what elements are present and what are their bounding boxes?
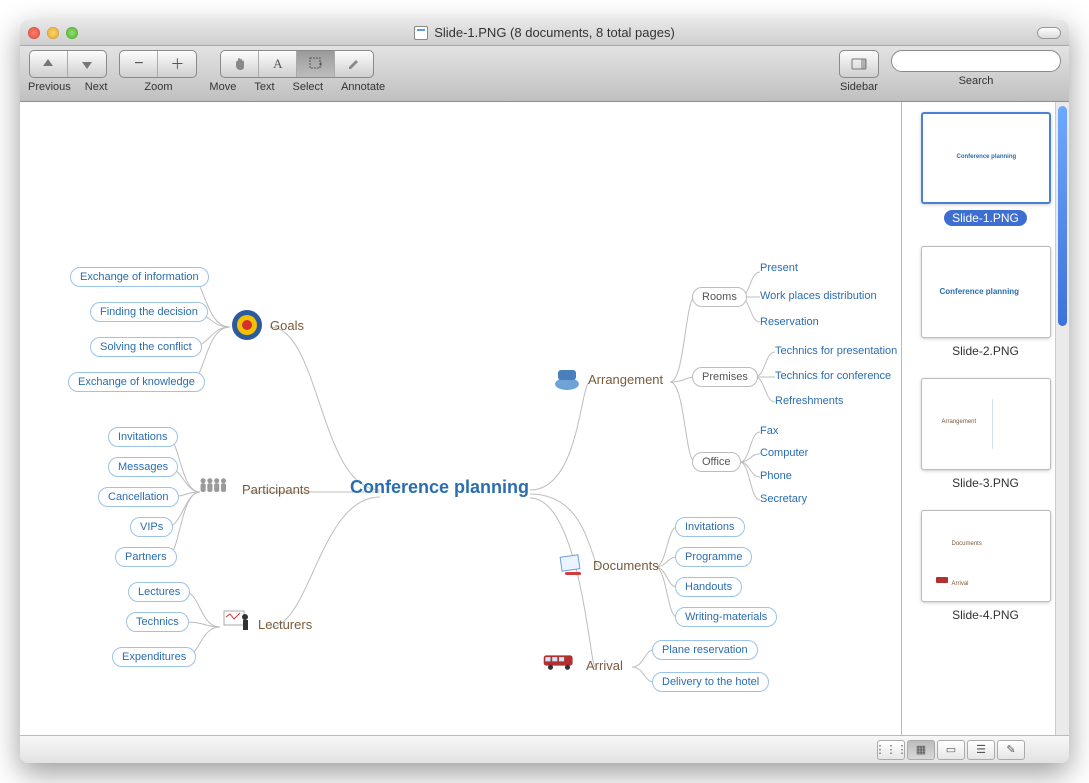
toc-icon: ⋮⋮⋮ (875, 743, 908, 756)
leaf-documents-3: Writing-materials (675, 607, 777, 627)
sidebar-icon (851, 56, 867, 72)
sidebar-button[interactable] (840, 51, 878, 77)
leaf-documents-0: Invitations (675, 517, 745, 537)
pencil-small-icon: ✎ (1006, 743, 1015, 756)
thumbnail-3[interactable]: Arrangement Slide-3.PNG (921, 378, 1051, 490)
bus-icon (542, 652, 576, 686)
view-toc-button[interactable]: ⋮⋮⋮ (877, 740, 905, 760)
text-icon: A (273, 56, 282, 72)
group-office: Office (692, 452, 741, 472)
scrollbar-thumb[interactable] (1058, 106, 1067, 326)
grid-icon: ▦ (916, 743, 926, 756)
branch-goals: Goals (270, 318, 304, 333)
search-input[interactable] (891, 50, 1061, 72)
leaf-participants-3: VIPs (130, 517, 173, 537)
branch-arrangement: Arrangement (588, 372, 663, 387)
thumbnail-4[interactable]: Documents Arrival Slide-4.PNG (921, 510, 1051, 622)
leaf-arrival-1: Delivery to the hotel (652, 672, 769, 692)
minus-icon: − (134, 55, 143, 73)
previous-button[interactable] (30, 51, 68, 77)
phone-icon (550, 362, 584, 396)
window-title: Slide-1.PNG (8 documents, 8 total pages) (434, 25, 675, 40)
group-rooms: Rooms (692, 287, 747, 307)
documents-icon (555, 550, 589, 584)
leaf-office-2: Phone (760, 470, 792, 482)
branch-lecturers: Lecturers (258, 617, 312, 632)
select-icon (308, 56, 324, 72)
leaf-lecturers-0: Lectures (128, 582, 190, 602)
hand-icon (232, 56, 248, 72)
leaf-office-0: Fax (760, 425, 778, 437)
edit-button[interactable]: ✎ (997, 740, 1025, 760)
view-grid-button[interactable]: ▦ (907, 740, 935, 760)
thumbnail-1-label: Slide-1.PNG (944, 210, 1027, 226)
leaf-lecturers-1: Technics (126, 612, 189, 632)
move-button[interactable] (221, 51, 259, 77)
titlebar: Slide-1.PNG (8 documents, 8 total pages) (20, 20, 1069, 46)
leaf-goals-2: Solving the conflict (90, 337, 202, 357)
view-list-button[interactable]: ☰ (967, 740, 995, 760)
leaf-office-3: Secretary (760, 493, 807, 505)
plus-icon: ＋ (170, 54, 184, 74)
sidebar-scrollbar[interactable] (1055, 102, 1069, 735)
thumbnail-4-label: Slide-4.PNG (952, 608, 1019, 622)
target-icon (230, 308, 264, 342)
footer-bar: ⋮⋮⋮ ▦ ▭ ☰ ✎ (20, 735, 1069, 763)
group-premises: Premises (692, 367, 758, 387)
next-label: Next (85, 81, 108, 93)
pencil-icon (346, 56, 362, 72)
search-label: Search (959, 75, 994, 87)
previous-label: Previous (28, 81, 71, 93)
leaf-documents-1: Programme (675, 547, 752, 567)
zoom-out-button[interactable]: − (120, 51, 158, 77)
leaf-goals-1: Finding the decision (90, 302, 208, 322)
annotate-label: Annotate (341, 81, 385, 93)
next-button[interactable] (68, 51, 106, 77)
leaf-participants-0: Invitations (108, 427, 178, 447)
people-icon (198, 474, 232, 508)
leaf-participants-1: Messages (108, 457, 178, 477)
presenter-icon (220, 607, 254, 641)
leaf-lecturers-2: Expenditures (112, 647, 196, 667)
zoom-in-button[interactable]: ＋ (158, 51, 196, 77)
thumbnail-1[interactable]: Conference planning Slide-1.PNG (921, 112, 1051, 226)
branch-arrival: Arrival (586, 658, 623, 673)
leaf-premises-1: Technics for conference (775, 370, 891, 382)
thumbnail-3-label: Slide-3.PNG (952, 476, 1019, 490)
thumbnail-2[interactable]: Conference planning Slide-2.PNG (921, 246, 1051, 358)
branch-documents: Documents (593, 558, 659, 573)
leaf-participants-4: Partners (115, 547, 177, 567)
leaf-participants-2: Cancellation (98, 487, 179, 507)
view-large-button[interactable]: ▭ (937, 740, 965, 760)
document-icon (414, 26, 428, 40)
toolbar-pill-button[interactable] (1037, 27, 1061, 39)
select-label: Select (293, 81, 324, 93)
move-label: Move (209, 81, 236, 93)
large-thumb-icon: ▭ (946, 743, 956, 756)
text-button[interactable]: A (259, 51, 297, 77)
mindmap-center: Conference planning (350, 477, 529, 498)
select-button[interactable] (297, 51, 335, 77)
leaf-rooms-2: Reservation (760, 316, 819, 328)
mindmap-connectors (20, 102, 901, 735)
leaf-arrival-0: Plane reservation (652, 640, 758, 660)
zoom-label: Zoom (144, 81, 172, 93)
text-label: Text (254, 81, 274, 93)
leaf-office-1: Computer (760, 447, 808, 459)
leaf-premises-2: Refreshments (775, 395, 843, 407)
leaf-goals-0: Exchange of information (70, 267, 209, 287)
list-icon: ☰ (976, 743, 986, 756)
leaf-rooms-1: Work places distribution (760, 290, 877, 302)
leaf-documents-2: Handouts (675, 577, 742, 597)
sidebar-label: Sidebar (840, 81, 878, 93)
document-canvas[interactable]: Conference planning Goals Exchange of in… (20, 102, 901, 735)
annotate-button[interactable] (335, 51, 373, 77)
leaf-rooms-0: Present (760, 262, 798, 274)
thumbnail-sidebar[interactable]: Conference planning Slide-1.PNG Conferen… (901, 102, 1069, 735)
leaf-goals-3: Exchange of knowledge (68, 372, 205, 392)
toolbar: Previous Next − ＋ Zoom A (20, 46, 1069, 102)
thumbnail-2-label: Slide-2.PNG (952, 344, 1019, 358)
leaf-premises-0: Technics for presentation (775, 345, 897, 357)
branch-participants: Participants (242, 482, 310, 497)
